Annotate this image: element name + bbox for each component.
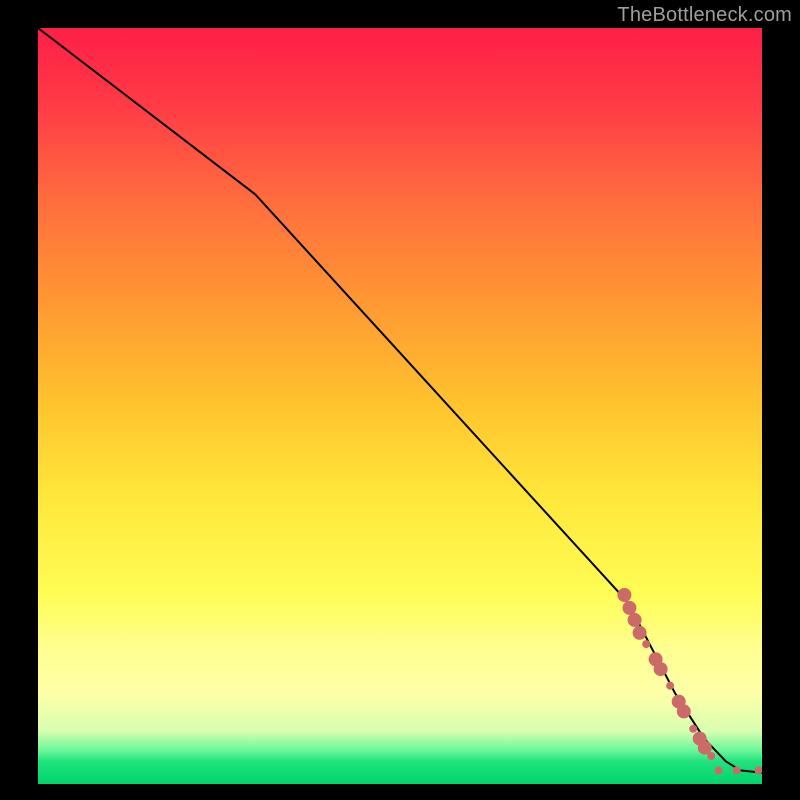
- heat-gradient: [38, 28, 762, 784]
- chart-container: TheBottleneck.com: [0, 0, 800, 800]
- watermark-text: TheBottleneck.com: [617, 4, 792, 27]
- plot-area: [38, 28, 762, 784]
